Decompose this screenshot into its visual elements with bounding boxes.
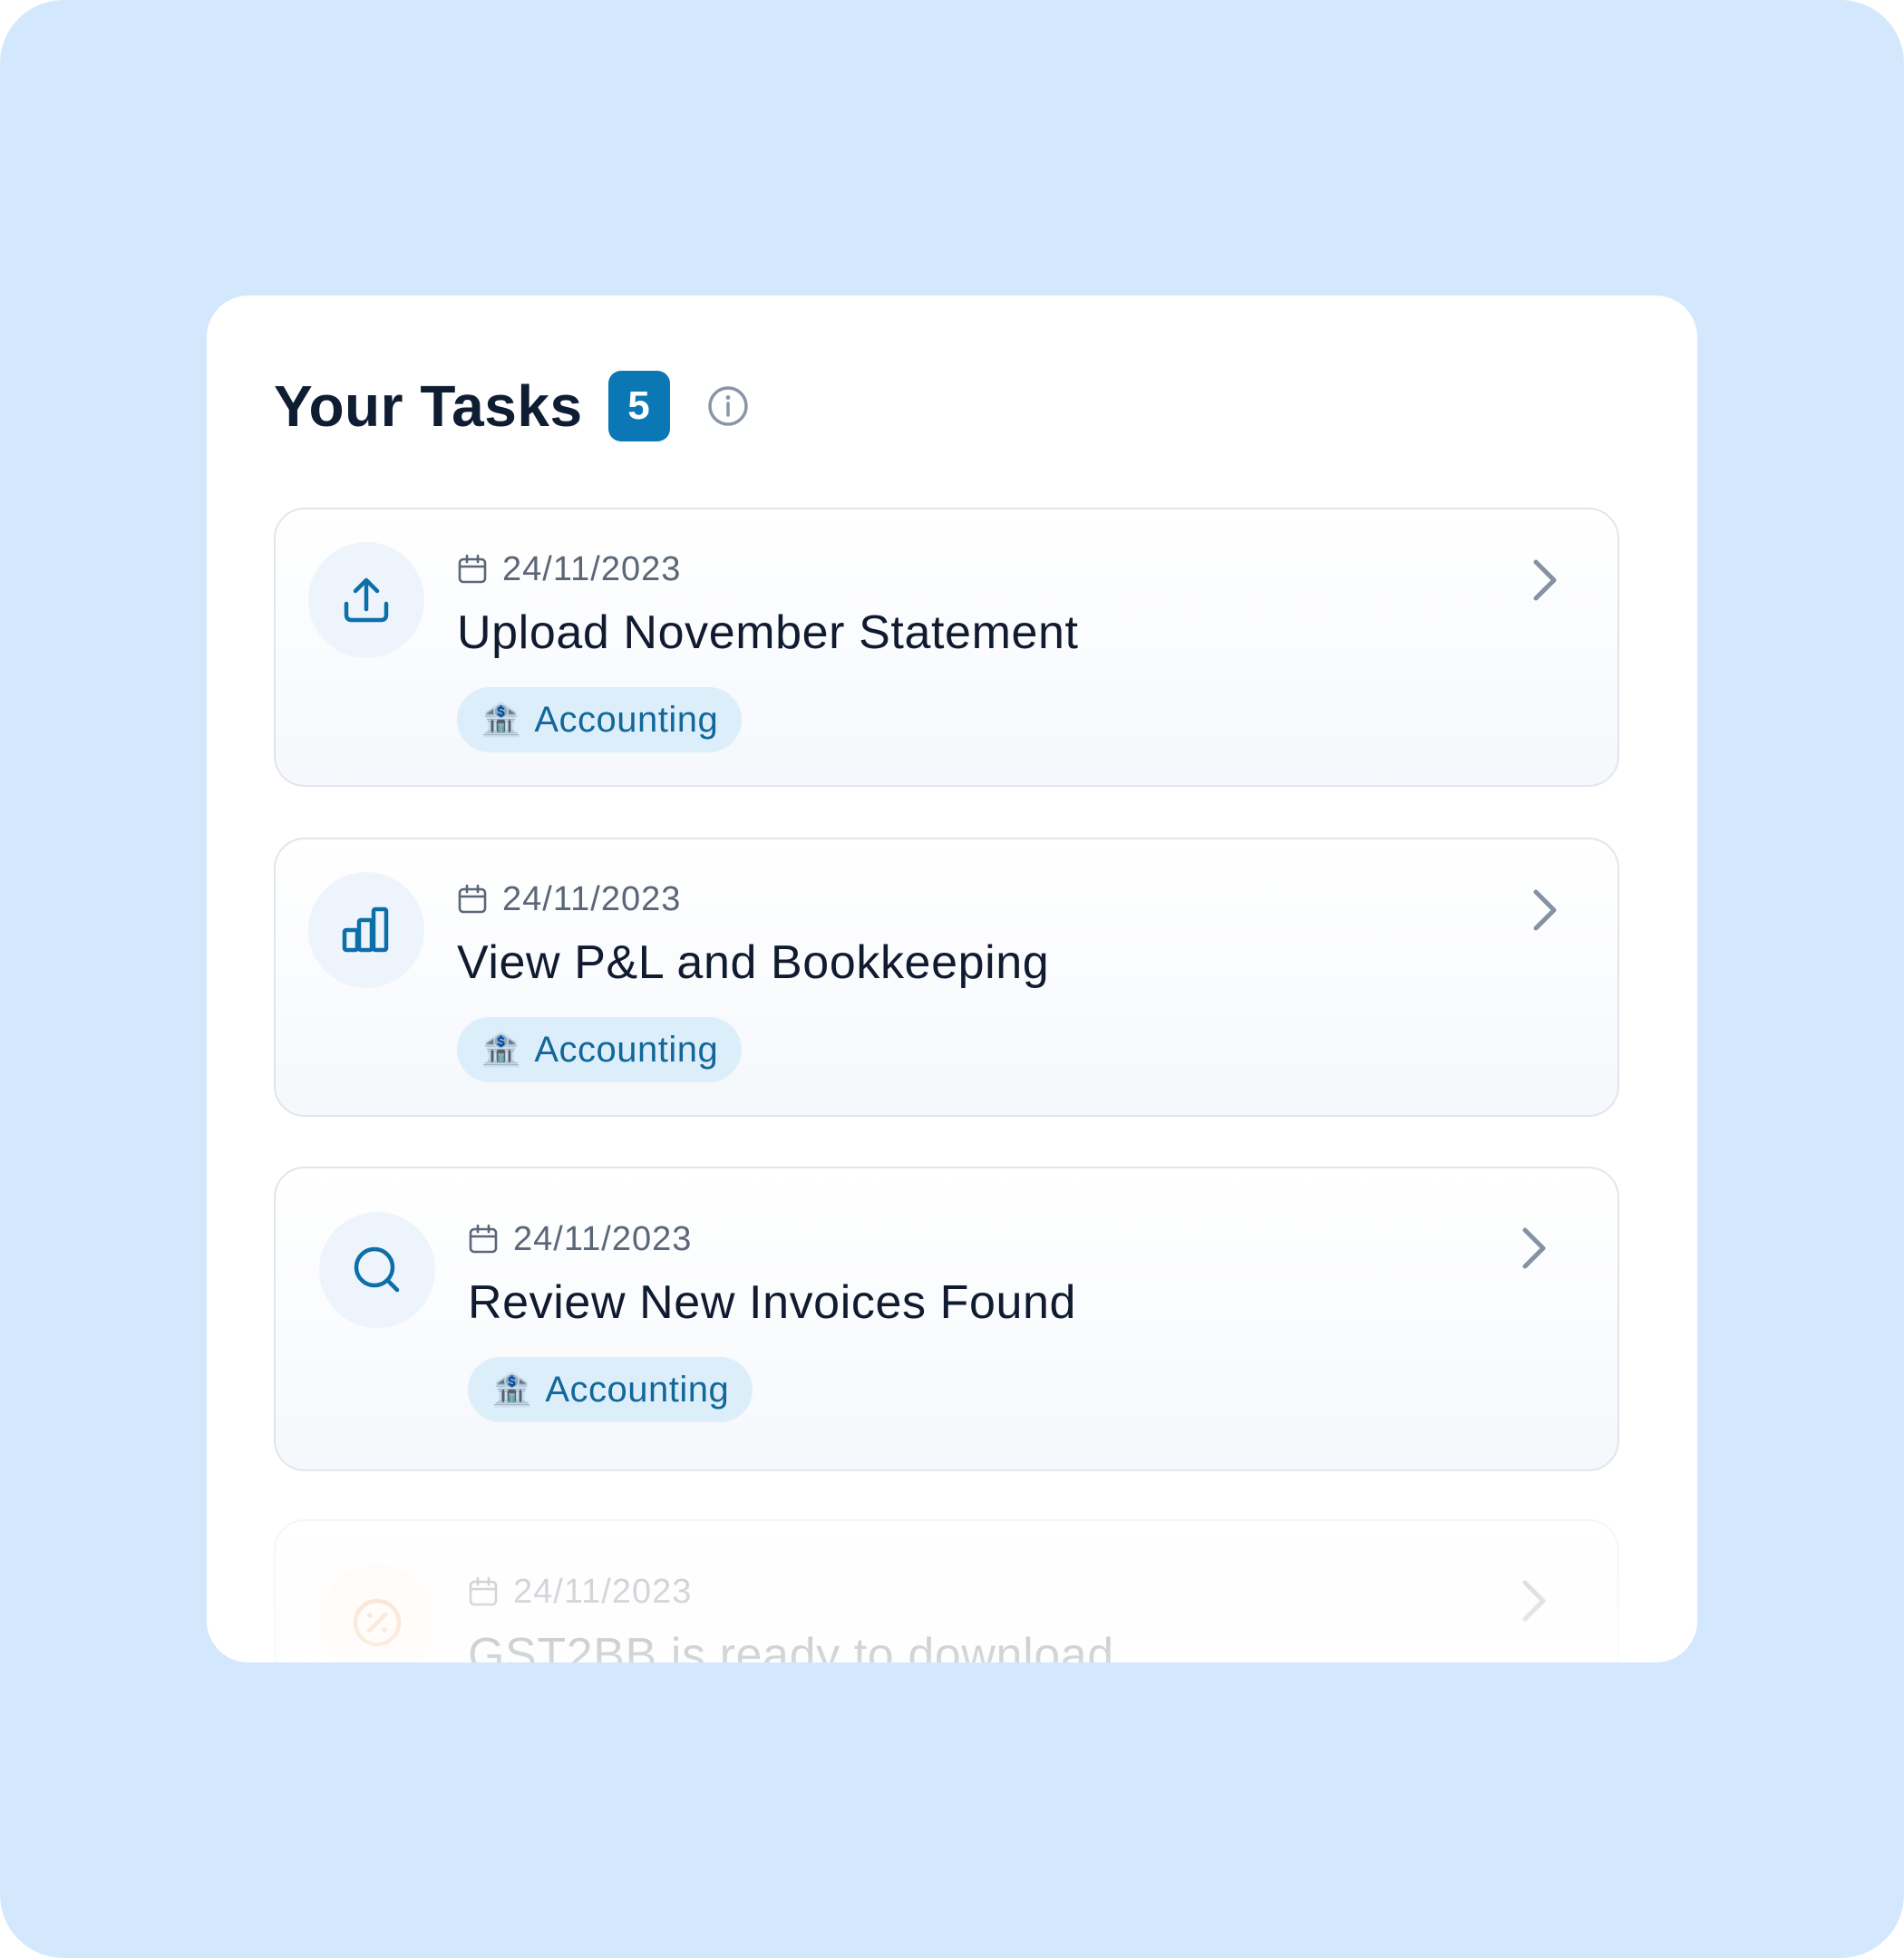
tasks-panel: Your Tasks 5 24/11/2023 Upload November … — [207, 296, 1697, 1662]
category-tag-label: Accounting — [534, 1029, 719, 1070]
task-card-upload-statement[interactable]: 24/11/2023 Upload November Statement 🏦 A… — [274, 508, 1619, 787]
task-content: 24/11/2023 Review New Invoices Found 🏦 A… — [468, 1217, 1076, 1422]
chevron-right-icon[interactable] — [1516, 1575, 1552, 1626]
task-icon-container — [319, 1565, 435, 1662]
task-card-view-pl[interactable]: 24/11/2023 View P&L and Bookkeeping 🏦 Ac… — [274, 838, 1619, 1117]
calendar-icon — [469, 1576, 498, 1606]
task-title: Review New Invoices Found — [468, 1276, 1077, 1329]
task-date: 24/11/2023 — [513, 1219, 693, 1258]
upload-icon — [344, 577, 389, 623]
task-content: 24/11/2023 Upload November Statement 🏦 A… — [457, 548, 1079, 752]
search-icon — [354, 1246, 400, 1293]
percent-icon — [353, 1598, 402, 1647]
task-icon-container — [308, 872, 424, 988]
category-tag-label: Accounting — [534, 699, 719, 740]
category-tag[interactable]: 🏦 Accounting — [468, 1357, 753, 1422]
bank-icon: 🏦 — [481, 1031, 522, 1068]
calendar-icon — [458, 554, 487, 584]
bank-icon: 🏦 — [481, 701, 522, 738]
task-content: 24/11/2023 View P&L and Bookkeeping 🏦 Ac… — [457, 877, 1049, 1082]
background-frame: Your Tasks 5 24/11/2023 Upload November … — [0, 0, 1904, 1958]
task-date-row: 24/11/2023 — [457, 877, 1049, 921]
category-tag[interactable]: 🏦 Accounting — [457, 1017, 743, 1082]
task-icon-container — [308, 542, 424, 658]
task-title: View P&L and Bookkeeping — [457, 936, 1050, 989]
category-tag-label: Accounting — [545, 1369, 730, 1410]
task-title: Upload November Statement — [457, 606, 1079, 659]
info-icon[interactable] — [706, 384, 750, 428]
calendar-icon — [469, 1224, 498, 1254]
task-date-row: 24/11/2023 — [468, 1570, 1114, 1614]
task-date: 24/11/2023 — [502, 879, 682, 918]
task-count-badge: 5 — [607, 371, 670, 441]
chevron-right-icon[interactable] — [1516, 1223, 1552, 1274]
chevron-right-icon[interactable] — [1527, 885, 1563, 935]
task-card-gst2b[interactable]: 24/11/2023 GST2BB is ready to download — [274, 1519, 1619, 1662]
tasks-header: Your Tasks 5 — [274, 370, 750, 442]
task-card-review-invoices[interactable]: 24/11/2023 Review New Invoices Found 🏦 A… — [274, 1167, 1619, 1471]
calendar-icon — [458, 884, 487, 914]
category-tag[interactable]: 🏦 Accounting — [457, 687, 743, 752]
chevron-right-icon[interactable] — [1527, 555, 1563, 606]
task-title: GST2BB is ready to download — [468, 1629, 1114, 1662]
task-date-row: 24/11/2023 — [468, 1217, 1076, 1261]
task-date: 24/11/2023 — [513, 1572, 693, 1611]
task-icon-container — [319, 1212, 435, 1328]
bar-chart-icon — [342, 906, 389, 953]
task-date-row: 24/11/2023 — [457, 548, 1079, 591]
page-title: Your Tasks — [274, 373, 583, 439]
task-date: 24/11/2023 — [502, 549, 682, 588]
task-content: 24/11/2023 GST2BB is ready to download — [468, 1570, 1114, 1663]
bank-icon: 🏦 — [491, 1371, 533, 1408]
